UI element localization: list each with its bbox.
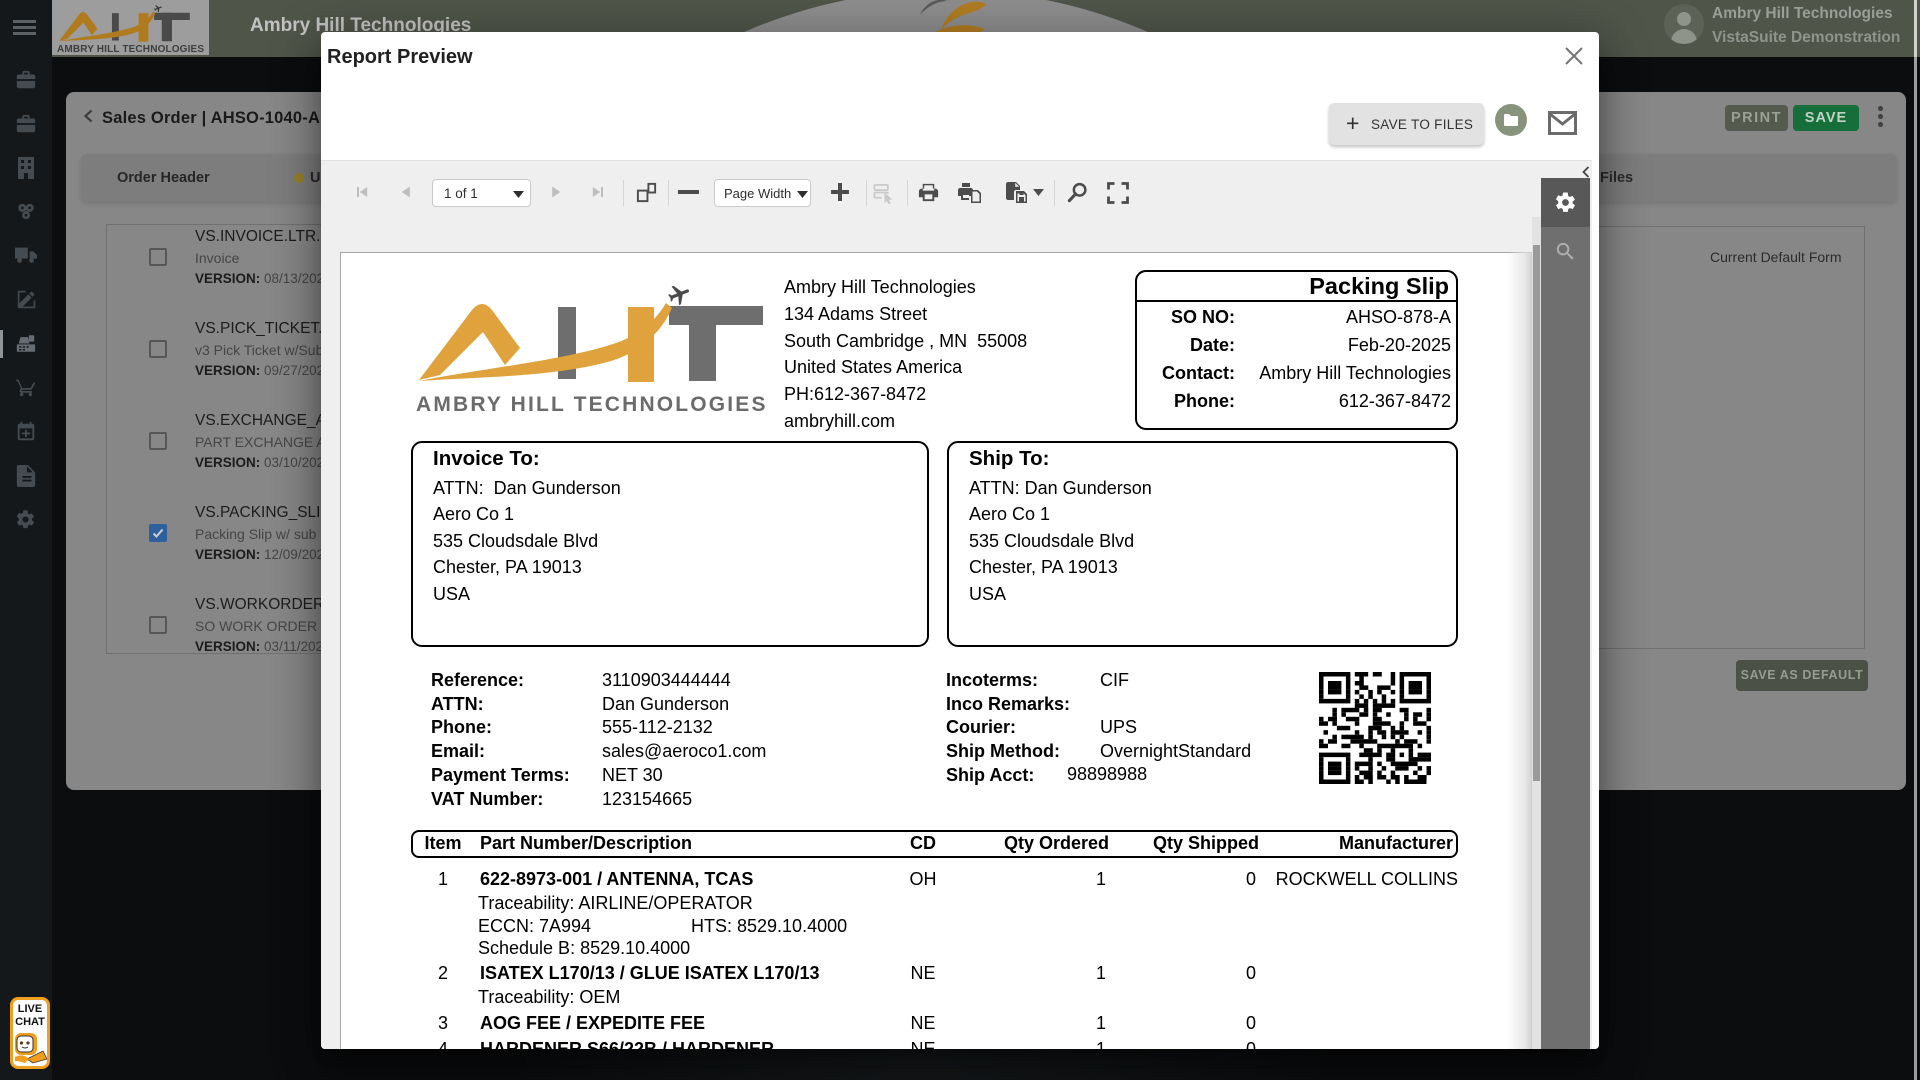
svg-text:AMBRY HILL TECHNOLOGIES: AMBRY HILL TECHNOLOGIES	[57, 44, 204, 55]
svg-text:AMBRY HILL TECHNOLOGIES: AMBRY HILL TECHNOLOGIES	[416, 393, 766, 416]
